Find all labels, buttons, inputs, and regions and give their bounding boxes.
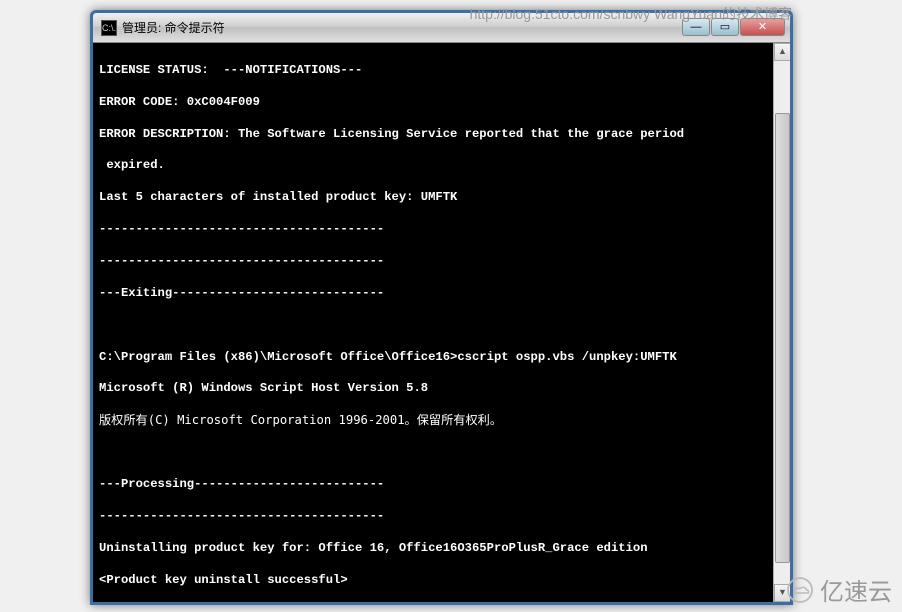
scrollbar[interactable]: ▲ ▼ bbox=[773, 43, 791, 602]
output-line: Last 5 characters of installed product k… bbox=[99, 190, 784, 206]
separator-line: --------------------------------------- bbox=[99, 254, 784, 270]
output-line: expired. bbox=[99, 158, 784, 174]
output-line: ---Exiting----------------------------- bbox=[99, 286, 784, 302]
blank-line bbox=[99, 445, 784, 461]
watermark-url: http://blog.51cto.com/scnbwy WangYuan的技术… bbox=[470, 4, 792, 24]
output-line: LICENSE STATUS: ---NOTIFICATIONS--- bbox=[99, 63, 784, 79]
output-line: 版权所有(C) Microsoft Corporation 1996-2001。… bbox=[99, 413, 784, 429]
scroll-up-button[interactable]: ▲ bbox=[774, 43, 791, 61]
cmd-window: C:\. 管理员: 命令提示符 — ▭ ✕ ▲ ▼ LICENSE STATUS… bbox=[90, 10, 793, 605]
output-line: Microsoft (R) Windows Script Host Versio… bbox=[99, 381, 784, 397]
window-title: 管理员: 命令提示符 bbox=[122, 19, 225, 36]
separator-line: --------------------------------------- bbox=[99, 222, 784, 238]
cmd-icon: C:\. bbox=[101, 20, 117, 36]
output-line: ERROR CODE: 0xC004F009 bbox=[99, 95, 784, 111]
blank-line bbox=[99, 318, 784, 334]
output-line: Uninstalling product key for: Office 16,… bbox=[99, 541, 784, 557]
output-line: C:\Program Files (x86)\Microsoft Office\… bbox=[99, 350, 784, 366]
watermark-logo: 亿速云 bbox=[785, 572, 892, 607]
output-line: <Product key uninstall successful> bbox=[99, 573, 784, 589]
console-output[interactable]: LICENSE STATUS: ---NOTIFICATIONS--- ERRO… bbox=[97, 43, 786, 597]
scroll-thumb[interactable] bbox=[775, 113, 790, 563]
output-line: ERROR DESCRIPTION: The Software Licensin… bbox=[99, 127, 784, 143]
separator-line: --------------------------------------- bbox=[99, 509, 784, 525]
output-line: ---Processing-------------------------- bbox=[99, 477, 784, 493]
